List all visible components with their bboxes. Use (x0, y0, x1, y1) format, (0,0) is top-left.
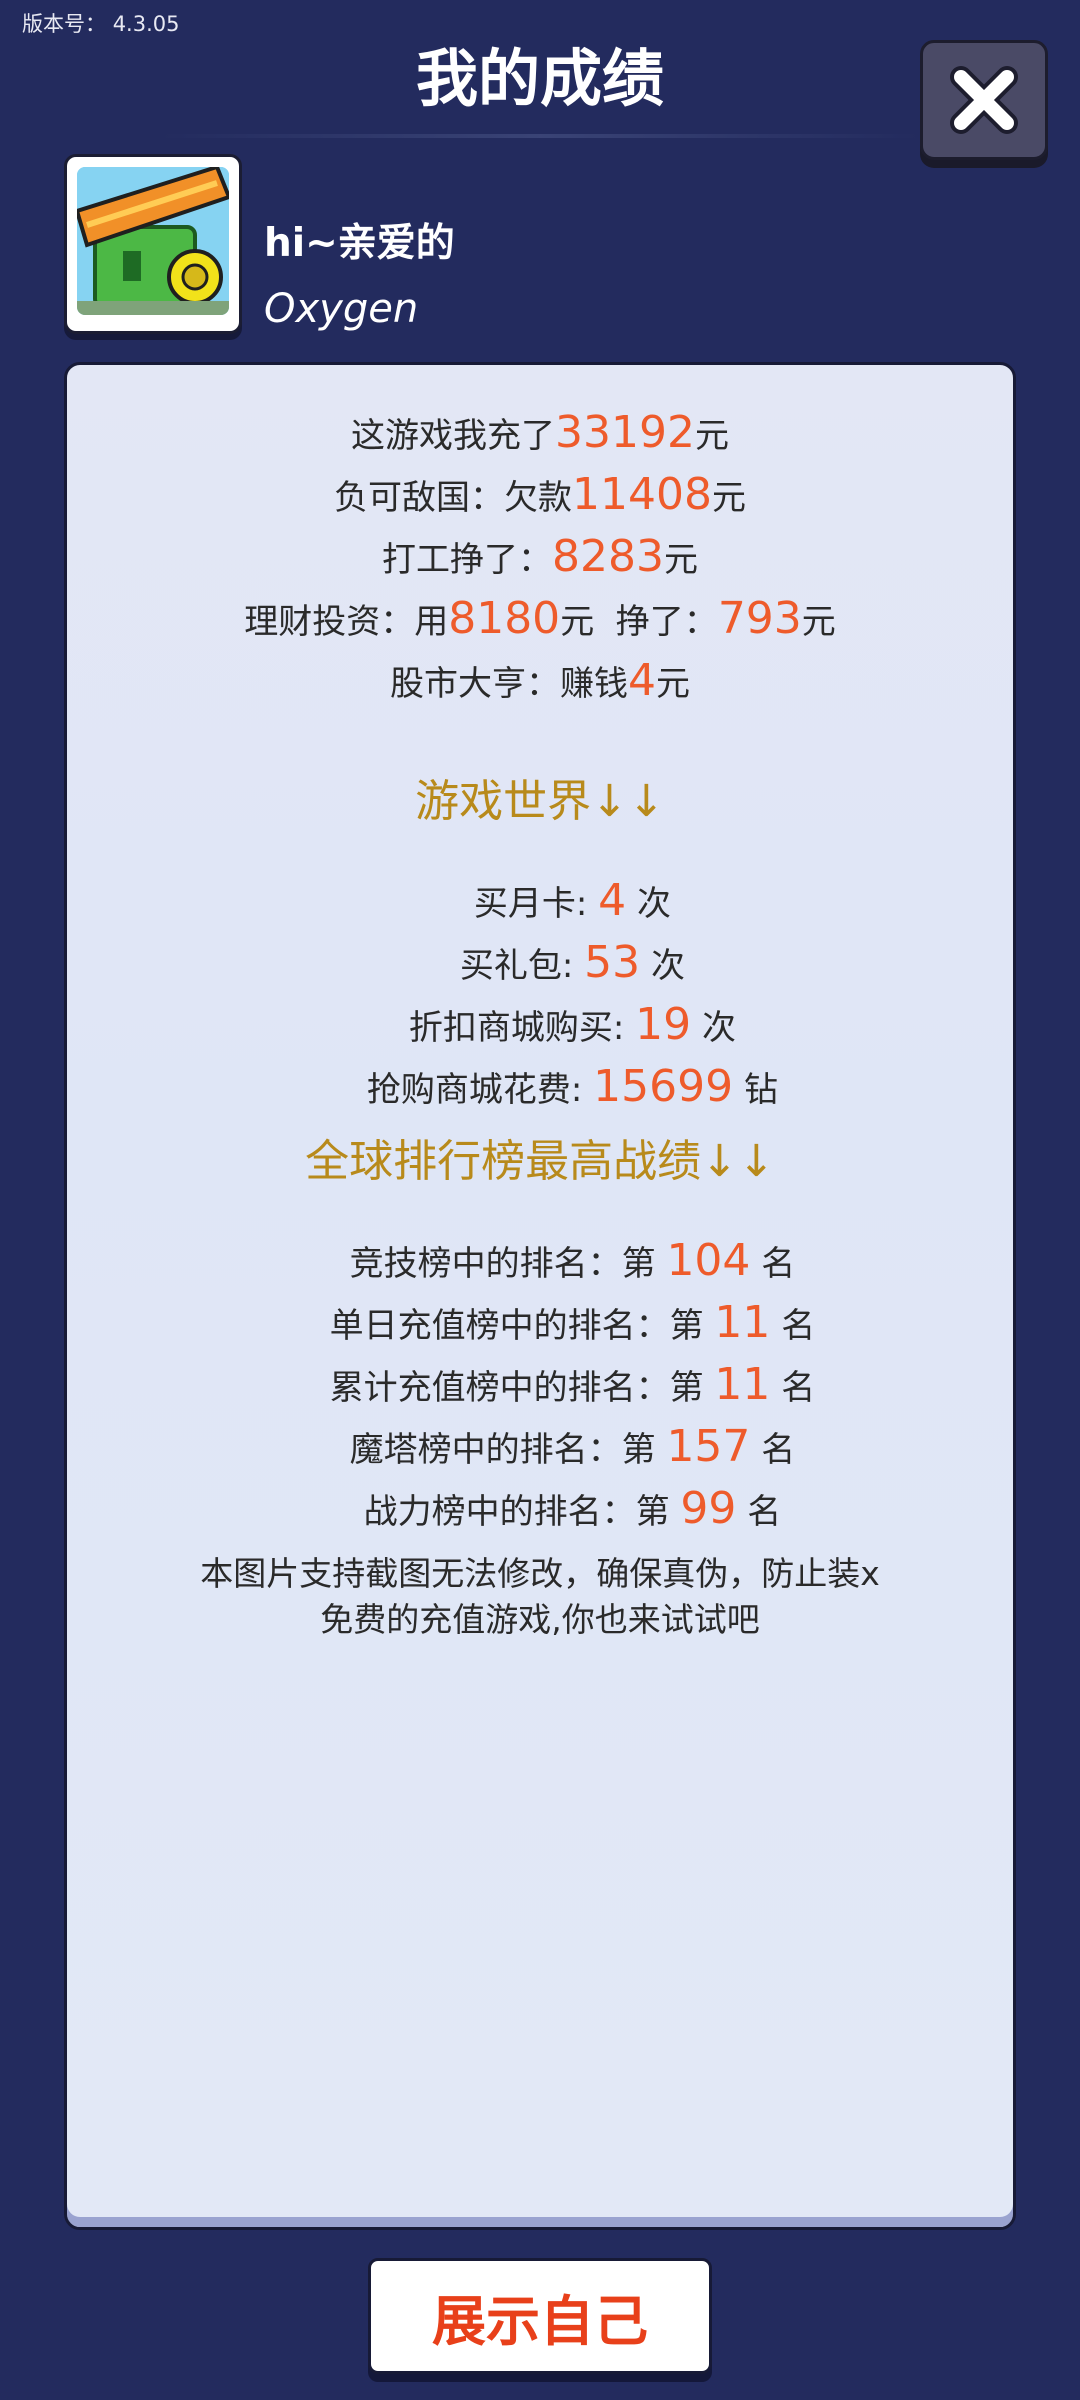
stat-label: 打工挣了： (382, 540, 552, 580)
stat-label: 理财投资：用 (244, 602, 449, 642)
greeting-text: hi~亲爱的 (264, 221, 455, 266)
stat-value: 11408 (572, 469, 712, 520)
section-rankings: 全球排行榜最高战绩↓↓ (305, 1136, 775, 1187)
stat-label: 负可敌国：欠款 (334, 478, 572, 518)
stat-value: 15699 (593, 1061, 734, 1112)
stat-recharge: 这游戏我充了33192元 (67, 407, 1013, 458)
stat-unit: 元 (801, 602, 836, 642)
rank-unit: 名 (736, 1492, 782, 1532)
footer-note-1: 本图片支持截图无法修改，确保真伪，防止装x (200, 1554, 880, 1593)
stats-card: 这游戏我充了33192元 负可敌国：欠款11408元 打工挣了：8283元 理财… (64, 362, 1016, 2230)
stat-unit: 元 (694, 416, 729, 456)
stat-label: 抢购商城花费: (366, 1070, 594, 1110)
stat-unit: 钻 (733, 1070, 778, 1110)
rank-label: 战力榜中的排名：第 (363, 1492, 681, 1532)
stat-label: 元 挣了： (560, 602, 718, 642)
page-title: 我的成绩 (415, 42, 664, 115)
close-icon (950, 66, 1018, 134)
title-divider (160, 134, 920, 138)
stat-value: 4 (628, 655, 656, 706)
stat-work: 打工挣了：8283元 (67, 531, 1013, 582)
stat-stock: 股市大亨：赚钱4元 (67, 655, 1013, 706)
stat-label: 股市大亨：赚钱 (390, 664, 628, 704)
show-myself-button[interactable]: 展示自己 (368, 2258, 712, 2374)
footer-note-2: 免费的充值游戏,你也来试试吧 (320, 1600, 760, 1639)
stat-debt: 负可敌国：欠款11408元 (67, 469, 1013, 520)
close-button[interactable] (920, 40, 1048, 160)
rank-value: 99 (680, 1483, 737, 1534)
avatar[interactable] (64, 154, 242, 334)
stat-invest: 理财投资：用8180元 挣了：793元 (67, 593, 1013, 644)
stat-value: 793 (717, 593, 802, 644)
section-game-world: 游戏世界↓↓ (415, 776, 665, 827)
username: Oxygen (264, 286, 419, 332)
stat-unit: 元 (663, 540, 698, 580)
stat-value: 33192 (555, 407, 695, 458)
game-character-avatar-icon (77, 167, 229, 315)
stat-value: 8283 (552, 531, 664, 582)
stat-unit: 元 (656, 664, 690, 704)
stat-value: 8180 (448, 593, 561, 644)
stat-label: 这游戏我充了 (351, 416, 555, 456)
stat-unit: 元 (711, 478, 746, 518)
